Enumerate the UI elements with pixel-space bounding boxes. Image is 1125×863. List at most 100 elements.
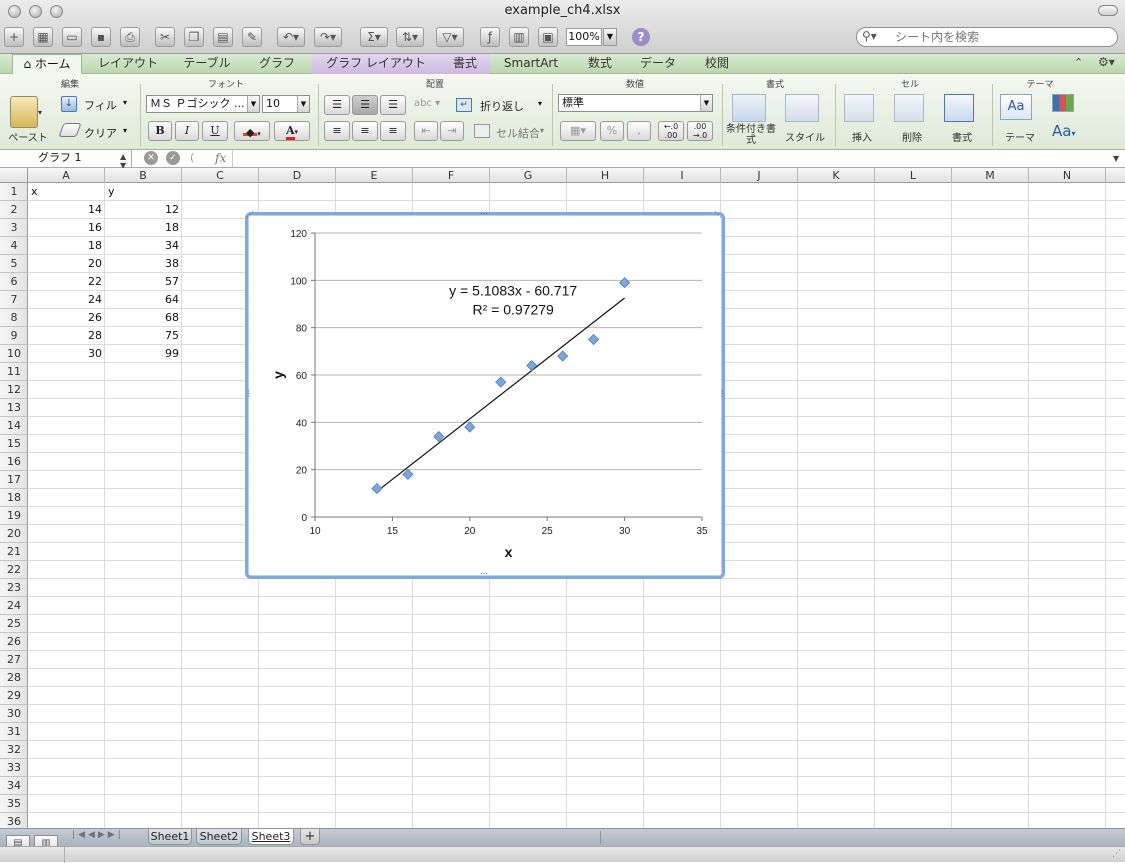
data-point[interactable]: [402, 468, 414, 480]
wrap-dropdown-icon[interactable]: ▾: [538, 99, 542, 108]
fill-button[interactable]: フィル: [84, 97, 117, 113]
search-input[interactable]: [895, 30, 1110, 44]
data-point[interactable]: [526, 359, 538, 372]
align-bottom-button[interactable]: ☰: [380, 95, 406, 115]
cell[interactable]: 18: [28, 237, 105, 255]
row-header[interactable]: 30: [0, 705, 28, 723]
row-header[interactable]: 31: [0, 723, 28, 741]
row-header[interactable]: 21: [0, 543, 28, 561]
percent-button[interactable]: %: [600, 121, 624, 141]
theme-fonts-icon[interactable]: Aa▾: [1052, 122, 1075, 140]
tab-charts[interactable]: グラフ: [248, 54, 306, 74]
function-wizard-icon[interactable]: (: [190, 151, 194, 164]
italic-button[interactable]: I: [175, 121, 199, 141]
data-point[interactable]: [464, 421, 476, 433]
cell[interactable]: 64: [105, 291, 182, 309]
align-top-button[interactable]: ☰: [324, 95, 350, 115]
row-header[interactable]: 19: [0, 507, 28, 525]
cell[interactable]: 34: [105, 237, 182, 255]
tab-smartart[interactable]: SmartArt: [496, 54, 566, 74]
cell[interactable]: 26: [28, 309, 105, 327]
row-header[interactable]: 9: [0, 327, 28, 345]
row-header[interactable]: 34: [0, 777, 28, 795]
column-header[interactable]: M: [952, 168, 1029, 183]
clear-button[interactable]: クリア: [84, 125, 117, 141]
row-header[interactable]: 2: [0, 201, 28, 219]
increase-decimal-button[interactable]: ←.0.00: [658, 121, 684, 141]
expand-formula-bar-icon[interactable]: ▼: [1113, 154, 1119, 163]
sheet-tab-sheet3[interactable]: Sheet3: [248, 829, 294, 845]
chart-object[interactable]: ⋰ ⋯ ⋱ ⋮ ⋮ ⋯ 0 20 40 60 80 100 120 10 15 20 25 30 35 …: [245, 210, 726, 579]
data-point[interactable]: [371, 483, 383, 495]
cell[interactable]: 20: [28, 255, 105, 273]
align-center-button[interactable]: ≡: [352, 121, 378, 141]
add-sheet-button[interactable]: +: [300, 829, 320, 845]
filter-icon[interactable]: ▽▾: [436, 27, 464, 47]
trendline-r-squared[interactable]: R² = 0.97279: [472, 302, 554, 318]
column-header[interactable]: A: [28, 168, 105, 183]
cell[interactable]: x: [31, 183, 108, 201]
cell[interactable]: 30: [28, 345, 105, 363]
conditional-format-button[interactable]: 条件付き書式: [726, 124, 776, 146]
select-all-corner[interactable]: [0, 168, 28, 183]
eraser-icon[interactable]: [58, 123, 82, 137]
row-header[interactable]: 8: [0, 309, 28, 327]
sheet-navigation-arrows[interactable]: |◀◀▶▶|: [72, 830, 124, 840]
column-header[interactable]: J: [721, 168, 798, 183]
trendline-equation[interactable]: y = 5.1083x - 60.717: [449, 283, 577, 299]
theme-colors-icon[interactable]: [1052, 94, 1074, 112]
align-right-button[interactable]: ≡: [380, 121, 406, 141]
data-point[interactable]: [557, 350, 569, 362]
sheet-tab-sheet2[interactable]: Sheet2: [196, 829, 242, 845]
cell[interactable]: 75: [105, 327, 182, 345]
format-button[interactable]: 書式: [944, 129, 980, 144]
cancel-entry-icon[interactable]: ✕: [144, 151, 158, 165]
zoom-field[interactable]: 100%: [566, 28, 602, 46]
row-header[interactable]: 29: [0, 687, 28, 705]
row-header[interactable]: 32: [0, 741, 28, 759]
wrap-text-button[interactable]: 折り返し: [480, 98, 524, 114]
row-header[interactable]: 24: [0, 597, 28, 615]
tab-formulas[interactable]: 数式: [574, 54, 626, 74]
column-header[interactable]: E: [336, 168, 413, 183]
cell[interactable]: 57: [105, 273, 182, 291]
open-icon[interactable]: ▭: [62, 27, 82, 47]
template-gallery-icon[interactable]: ▦: [33, 27, 53, 47]
print-icon[interactable]: ⎙: [120, 27, 140, 47]
column-header[interactable]: L: [875, 168, 952, 183]
row-header[interactable]: 14: [0, 417, 28, 435]
sort-icon[interactable]: ⇅▾: [396, 27, 424, 47]
cell[interactable]: y: [108, 183, 185, 201]
merge-cells-button[interactable]: セル結合: [496, 125, 540, 141]
conditional-format-icon[interactable]: [732, 94, 766, 122]
zoom-dropdown-button[interactable]: ▼: [603, 28, 617, 46]
delete-cells-icon[interactable]: [894, 94, 924, 122]
cut-icon[interactable]: ✂: [155, 27, 175, 47]
row-header[interactable]: 18: [0, 489, 28, 507]
row-header[interactable]: 6: [0, 273, 28, 291]
cell[interactable]: 28: [28, 327, 105, 345]
search-icon[interactable]: ⚲▾: [862, 29, 877, 43]
align-left-button[interactable]: ≡: [324, 121, 350, 141]
confirm-entry-icon[interactable]: ✓: [166, 151, 180, 165]
row-header[interactable]: 7: [0, 291, 28, 309]
tab-tables[interactable]: テーブル: [174, 54, 240, 74]
tab-split-handle[interactable]: [600, 831, 601, 844]
trendline-path[interactable]: [376, 297, 625, 492]
row-header[interactable]: 10: [0, 345, 28, 363]
help-button[interactable]: ?: [632, 28, 650, 46]
cell[interactable]: 68: [105, 309, 182, 327]
redo-icon[interactable]: ↷▾: [314, 27, 342, 47]
column-header[interactable]: B: [105, 168, 182, 183]
new-document-icon[interactable]: +: [4, 27, 24, 47]
column-header[interactable]: G: [490, 168, 567, 183]
tab-data[interactable]: データ: [632, 54, 684, 74]
paste-label[interactable]: ペースト: [6, 129, 50, 144]
row-header[interactable]: 16: [0, 453, 28, 471]
font-size-select[interactable]: 10 ▼: [262, 95, 310, 113]
theme-button[interactable]: テーマ: [1000, 129, 1040, 144]
format-cells-icon[interactable]: [944, 94, 974, 122]
function-icon[interactable]: ƒ: [480, 27, 500, 47]
row-header[interactable]: 5: [0, 255, 28, 273]
cell[interactable]: 24: [28, 291, 105, 309]
